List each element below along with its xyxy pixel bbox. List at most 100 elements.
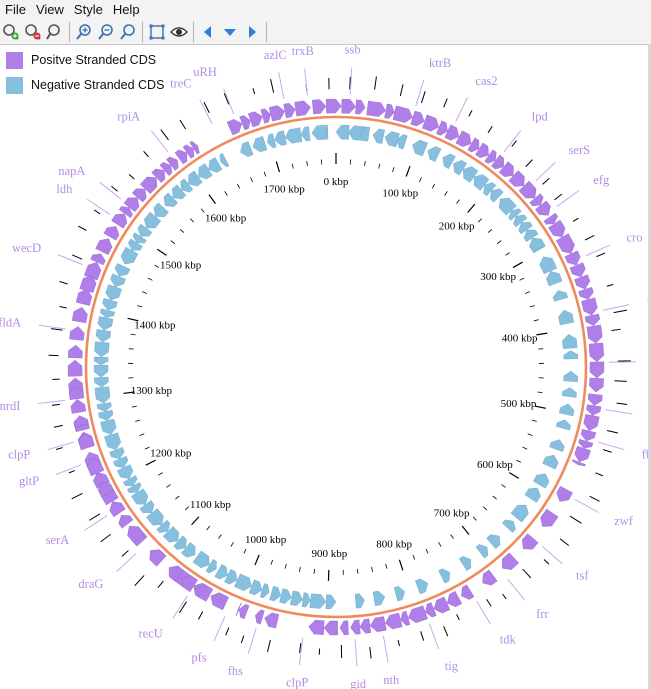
gene-leader-line <box>605 409 633 415</box>
positive-cds-arrow <box>283 103 296 119</box>
zoom-reset-icon[interactable] <box>44 21 66 43</box>
gene-label: gid <box>350 677 367 689</box>
positive-cds-arrow <box>103 226 120 241</box>
outer-tick <box>240 635 245 644</box>
negative-cds-arrow <box>96 402 112 412</box>
menu-view[interactable]: View <box>31 0 69 20</box>
negative-cds-arrow <box>301 592 311 608</box>
negative-cds-arrow <box>524 487 541 503</box>
positive-cds-arrow <box>341 98 356 114</box>
scale-label: 800 kbp <box>376 539 412 551</box>
scale-tick <box>291 163 294 169</box>
gene-label: ldh <box>56 182 73 196</box>
zoom-fit-icon[interactable] <box>117 21 139 43</box>
positive-cds-arrow <box>385 612 403 630</box>
scale-tick <box>412 554 416 560</box>
outer-tick <box>606 283 614 287</box>
legend-negative: Negative Stranded CDS <box>6 74 164 96</box>
scale-label: 1200 kbp <box>150 447 192 459</box>
gene-label: zwf <box>614 514 634 528</box>
scale-tick <box>364 161 366 167</box>
negative-cds-arrow <box>102 298 118 311</box>
positive-cds-arrow <box>584 313 600 326</box>
outer-tick <box>374 76 377 90</box>
scale-tick <box>189 218 195 223</box>
gene-leader-line <box>598 441 625 451</box>
scale-tick <box>243 548 247 554</box>
scale-tick <box>516 459 522 463</box>
negative-cds-arrow <box>114 263 131 277</box>
menu-file[interactable]: File <box>0 0 31 20</box>
gene-leader-line <box>574 498 599 513</box>
positive-cds-arrow <box>436 120 448 136</box>
scale-label: 0 kbp <box>324 176 349 188</box>
outer-tick <box>89 513 101 521</box>
gene-leader-line <box>150 130 169 153</box>
scale-tick <box>137 305 143 308</box>
positive-cds-arrow <box>210 592 229 611</box>
negative-cds-arrow <box>100 308 115 318</box>
scale-label: 200 kbp <box>439 220 475 232</box>
positive-cds-arrow <box>109 501 126 518</box>
gene-label: tsf <box>576 569 589 583</box>
negative-cds-arrow <box>274 130 287 146</box>
outer-tick <box>68 470 76 474</box>
scale-tick <box>496 240 502 244</box>
positive-cds-arrow <box>502 552 520 570</box>
negative-cds-arrow <box>533 473 550 489</box>
negative-cds-arrow <box>325 594 337 610</box>
zoom-in-green-icon[interactable] <box>0 21 22 43</box>
gene-leader-line <box>116 552 137 572</box>
scale-tick <box>206 525 211 531</box>
scale-tick <box>141 291 147 294</box>
gene-label: fhs <box>228 664 243 678</box>
zoom-out-red-icon[interactable] <box>22 21 44 43</box>
scale-label: 1400 kbp <box>134 320 176 332</box>
negative-cds-arrow <box>214 564 228 580</box>
positive-cds-arrow <box>90 253 106 266</box>
outer-tick <box>572 217 579 222</box>
negative-cds-arrow <box>555 419 571 431</box>
gene-label: recU <box>139 627 163 641</box>
negative-cds-arrow <box>309 593 327 609</box>
scale-tick <box>236 183 241 189</box>
positive-cds-arrow <box>268 105 285 122</box>
gene-label: clpP <box>8 448 30 462</box>
scale-tick <box>170 240 176 244</box>
menu-style[interactable]: Style <box>69 0 108 20</box>
select-rectangle-icon[interactable] <box>146 21 168 43</box>
scale-tick <box>467 203 476 213</box>
scale-tick <box>156 248 167 256</box>
negative-cds-arrow <box>290 590 304 606</box>
negative-cds-arrow <box>98 409 114 421</box>
arrow-down-icon[interactable] <box>219 21 241 43</box>
gene-label: lpd <box>532 109 549 123</box>
scale-label: 1500 kbp <box>160 260 202 272</box>
gene-leader-line <box>199 99 213 124</box>
positive-cds-arrow <box>359 618 371 634</box>
scale-label: 400 kbp <box>502 333 538 345</box>
arrow-right-icon[interactable] <box>241 21 263 43</box>
negative-cds-arrow <box>110 273 126 287</box>
menu-help[interactable]: Help <box>108 0 145 20</box>
positive-cds-arrow <box>392 105 413 123</box>
positive-cds-arrow <box>425 602 437 618</box>
positive-cds-arrow <box>149 549 167 567</box>
gene-label: tdk <box>500 633 517 647</box>
scale-tick <box>483 506 488 511</box>
zoom-out-icon[interactable] <box>95 21 117 43</box>
gene-leader-line <box>57 254 84 266</box>
scale-tick <box>537 391 543 394</box>
scale-label: 1700 kbp <box>264 183 306 195</box>
negative-cds-arrow <box>269 585 282 602</box>
arrow-left-icon[interactable] <box>197 21 219 43</box>
gene-leader-line <box>382 635 389 663</box>
eye-icon[interactable] <box>168 21 190 43</box>
outer-tick <box>71 492 83 500</box>
gene-label: trxB <box>292 44 314 58</box>
scale-tick <box>158 472 163 476</box>
positive-cds-arrow <box>574 445 591 463</box>
positive-cds-arrow <box>239 115 251 131</box>
zoom-in-icon[interactable] <box>73 21 95 43</box>
scale-tick <box>378 163 381 169</box>
